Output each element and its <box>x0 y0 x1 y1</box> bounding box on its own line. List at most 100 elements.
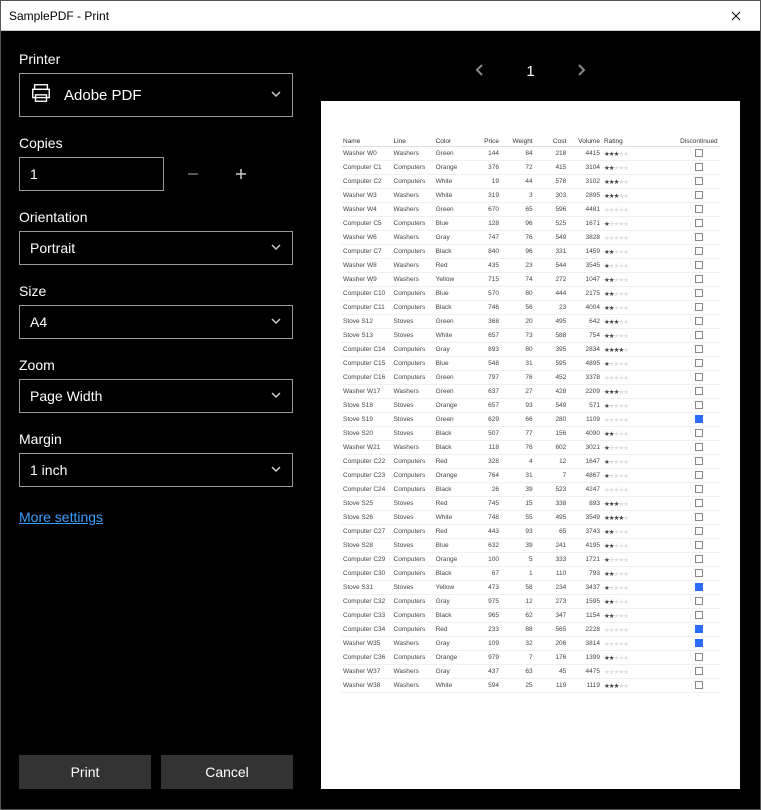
margin-select[interactable]: 1 inch <box>19 453 293 487</box>
column-header: Color <box>434 137 468 147</box>
table-row: Computer C29ComputersOrange10053331721★★… <box>341 553 720 567</box>
table-row: Washer W35WashersGray109322063814★★★★★ <box>341 637 720 651</box>
chevron-down-icon <box>270 389 282 404</box>
printer-select[interactable]: Adobe PDF <box>19 73 293 117</box>
zoom-row: Zoom Page Width <box>19 357 293 413</box>
size-value: A4 <box>30 314 47 330</box>
table-row: Stove S26StovesWhite748554953549★★★★★ <box>341 511 720 525</box>
column-header: Price <box>467 137 501 147</box>
table-row: Stove S12StovesGreen36820495642★★★★★ <box>341 315 720 329</box>
column-header: Weight <box>501 137 535 147</box>
table-row: Washer W37WashersGray43763454475★★★★★ <box>341 665 720 679</box>
chevron-down-icon <box>270 241 282 256</box>
table-row: Computer C22ComputersRed3284121647★★★★★ <box>341 455 720 469</box>
printer-value: Adobe PDF <box>64 87 142 104</box>
margin-value: 1 inch <box>30 462 67 478</box>
orientation-row: Orientation Portrait <box>19 209 293 265</box>
size-select[interactable]: A4 <box>19 305 293 339</box>
orientation-value: Portrait <box>30 240 75 256</box>
copies-label: Copies <box>19 135 293 151</box>
size-row: Size A4 <box>19 283 293 339</box>
column-header: Rating <box>602 137 678 147</box>
plus-icon <box>234 167 248 181</box>
chevron-down-icon <box>270 463 282 478</box>
table-row: Computer C16ComputersGreen797764523378★★… <box>341 371 720 385</box>
margin-label: Margin <box>19 431 293 447</box>
print-button[interactable]: Print <box>19 755 151 789</box>
copies-row-container: Copies 1 <box>19 135 293 191</box>
copies-input[interactable]: 1 <box>19 157 164 191</box>
cancel-button[interactable]: Cancel <box>161 755 293 789</box>
table-row: Washer W6WashersGray747765493828★★★★★ <box>341 231 720 245</box>
table-row: Stove S20StovesBlack507771564090★★★★★ <box>341 427 720 441</box>
table-row: Computer C15ComputersBlue548315954895★★★… <box>341 357 720 371</box>
close-button[interactable] <box>714 2 758 30</box>
window-title: SamplePDF - Print <box>9 9 109 23</box>
printer-row: Printer Adobe PDF <box>19 51 293 117</box>
table-row: Computer C32ComputersGray975122731595★★★… <box>341 595 720 609</box>
chevron-down-icon <box>270 315 282 330</box>
chevron-left-icon <box>474 63 486 77</box>
chevron-down-icon <box>270 88 282 103</box>
table-row: Computer C23ComputersOrange7643174867★★★… <box>341 469 720 483</box>
zoom-value: Page Width <box>30 388 102 404</box>
page-number: 1 <box>526 63 534 80</box>
table-row: Washer W38WashersWhite594251191119★★★★★ <box>341 679 720 693</box>
table-row: Stove S31StovesYellow473582343437★★★★★ <box>341 581 720 595</box>
table-row: Washer W0WashersGreen144842184415★★★★★ <box>341 147 720 161</box>
size-label: Size <box>19 283 293 299</box>
zoom-label: Zoom <box>19 357 293 373</box>
prev-page-button[interactable] <box>474 61 486 82</box>
table-row: Computer C36ComputersOrange97971761399★★… <box>341 651 720 665</box>
orientation-select[interactable]: Portrait <box>19 231 293 265</box>
copies-increment[interactable] <box>222 157 260 191</box>
zoom-select[interactable]: Page Width <box>19 379 293 413</box>
table-row: Computer C27ComputersRed44393653743★★★★★ <box>341 525 720 539</box>
dialog-footer: Print Cancel <box>19 735 293 789</box>
table-row: Stove S13StovesWhite65773588754★★★★★ <box>341 329 720 343</box>
preview-area: 1 NameLineColorPriceWeightCostVolumeRati… <box>311 31 760 809</box>
dialog-body: Printer Adobe PDF Copies 1 <box>1 31 760 809</box>
close-icon <box>731 11 741 21</box>
preview-table: NameLineColorPriceWeightCostVolumeRating… <box>341 137 720 693</box>
table-row: Computer C34ComputersRed233885652228★★★★… <box>341 623 720 637</box>
preview-nav: 1 <box>321 51 740 91</box>
minus-icon <box>186 167 200 181</box>
table-row: Washer W17WashersGreen637274282209★★★★★ <box>341 385 720 399</box>
table-row: Washer W4WashersGreen670655964481★★★★★ <box>341 203 720 217</box>
table-row: Washer W3WashersWhite31933032895★★★★★ <box>341 189 720 203</box>
table-row: Computer C7ComputersBlack840963311459★★★… <box>341 245 720 259</box>
table-row: Stove S25StovesRed74515338893★★★★★ <box>341 497 720 511</box>
printer-icon <box>30 82 52 108</box>
table-row: Stove S19StovesGreen629662801109★★★★★ <box>341 413 720 427</box>
table-row: Washer W8WashersRed435235443545★★★★★ <box>341 259 720 273</box>
table-row: Computer C10ComputersBlue570804442175★★★… <box>341 287 720 301</box>
page-preview: NameLineColorPriceWeightCostVolumeRating… <box>321 101 740 789</box>
column-header: Cost <box>535 137 569 147</box>
titlebar: SamplePDF - Print <box>1 1 760 31</box>
table-row: Stove S18StovesOrange65793549571★★★★★ <box>341 399 720 413</box>
table-row: Computer C14ComputersGray893803952834★★★… <box>341 343 720 357</box>
next-page-button[interactable] <box>575 61 587 82</box>
table-row: Computer C2ComputersWhite19445783102★★★★… <box>341 175 720 189</box>
table-row: Computer C33ComputersBlack965623471154★★… <box>341 609 720 623</box>
table-row: Stove S28StovesBlue632392414195★★★★★ <box>341 539 720 553</box>
margin-row: Margin 1 inch <box>19 431 293 487</box>
table-row: Computer C30ComputersBlack671110793★★★★★ <box>341 567 720 581</box>
table-row: Computer C5ComputersBlue128965251671★★★★… <box>341 217 720 231</box>
print-dialog: SamplePDF - Print Printer Adobe PDF <box>0 0 761 810</box>
more-settings-link[interactable]: More settings <box>19 509 293 525</box>
table-row: Computer C1ComputersOrange376724153104★★… <box>341 161 720 175</box>
copies-decrement[interactable] <box>174 157 212 191</box>
table-row: Washer W21WashersBlack118766023021★★★★★ <box>341 441 720 455</box>
table-row: Computer C11ComputersBlack74656234004★★★… <box>341 301 720 315</box>
column-header: Volume <box>568 137 602 147</box>
table-row: Computer C24ComputersBlack26395234247★★★… <box>341 483 720 497</box>
column-header: Discontinued <box>678 137 720 147</box>
settings-panel: Printer Adobe PDF Copies 1 <box>1 31 311 809</box>
orientation-label: Orientation <box>19 209 293 225</box>
printer-label: Printer <box>19 51 293 67</box>
table-row: Washer W9WashersYellow715742721047★★★★★ <box>341 273 720 287</box>
column-header: Line <box>392 137 434 147</box>
chevron-right-icon <box>575 63 587 77</box>
